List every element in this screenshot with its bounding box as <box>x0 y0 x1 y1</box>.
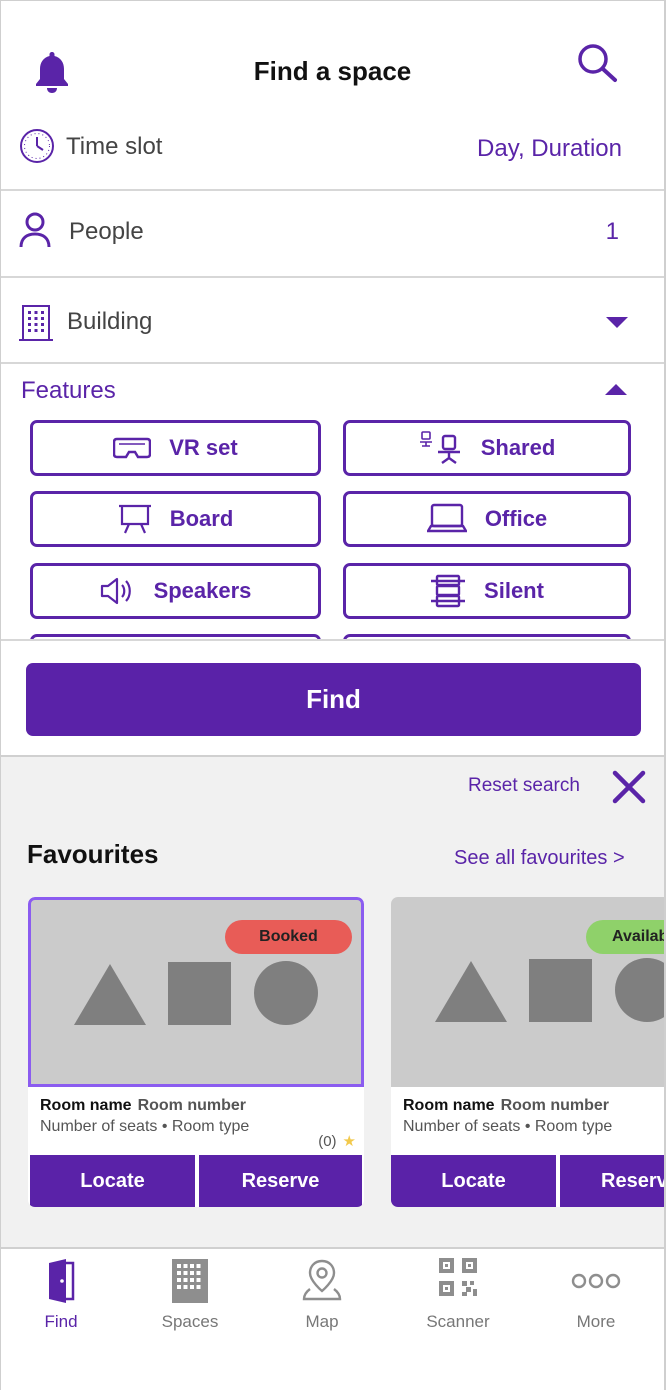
tab-find[interactable]: Find <box>6 1249 116 1349</box>
features-list: VR set Shared Board Office Speakers Sile… <box>1 411 664 639</box>
status-badge-label: Booked <box>259 928 318 945</box>
silent-icon <box>431 574 466 608</box>
room-title: Room name Room number <box>403 1097 609 1115</box>
favourite-card[interactable]: Available Room name Room number Number of… <box>391 897 664 1207</box>
room-meta: Number of seats • Room type <box>40 1118 250 1135</box>
favourites-title: Favourites <box>27 839 159 869</box>
vr-headset-icon <box>113 437 152 459</box>
qr-code-icon <box>439 1258 477 1296</box>
room-meta: Number of seats • Room type <box>403 1118 613 1135</box>
tab-label: Find <box>44 1312 78 1331</box>
feature-label: Office <box>484 506 548 531</box>
clock-icon <box>20 129 54 163</box>
star-icon: ★ <box>342 1133 356 1150</box>
tab-label: Scanner <box>426 1312 490 1331</box>
search-icon[interactable] <box>573 41 623 85</box>
feature-label: Board <box>169 506 234 531</box>
chevron-down-icon[interactable] <box>605 316 629 330</box>
door-icon <box>49 1259 75 1303</box>
building-label: Building <box>67 308 153 335</box>
feature-chip-vr-set[interactable]: VR set <box>30 420 321 476</box>
board-icon <box>118 504 151 534</box>
shared-desk-icon <box>419 431 460 464</box>
tab-label: Spaces <box>161 1312 219 1331</box>
feature-chip-board[interactable]: Board <box>30 491 321 547</box>
building-icon <box>19 305 53 341</box>
reserve-button[interactable]: Reserve <box>199 1155 362 1207</box>
find-button[interactable]: Find <box>26 663 641 736</box>
tab-spaces[interactable]: Spaces <box>135 1249 245 1349</box>
time-slot-row[interactable]: Time slot Day, Duration <box>1 119 664 191</box>
chevron-up-icon[interactable] <box>605 384 627 395</box>
status-badge-label: Available <box>612 928 664 945</box>
locate-button[interactable]: Locate <box>30 1155 195 1207</box>
feature-label: Speakers <box>153 578 252 603</box>
rating-count: (0) <box>318 1133 337 1150</box>
tab-label: More <box>576 1312 616 1331</box>
divider <box>1 639 664 641</box>
bottom-tab-bar: Find Spaces Map Scanner More <box>1 1247 664 1390</box>
locate-button[interactable]: Locate <box>391 1155 556 1207</box>
favourite-card[interactable]: Booked Room name Room number Number of se… <box>28 897 364 1207</box>
feature-chip-silent[interactable]: Silent <box>343 563 631 619</box>
people-label: People <box>69 218 144 245</box>
see-all-favourites-link[interactable]: See all favourites > <box>454 847 625 870</box>
tab-more[interactable]: More <box>541 1249 651 1349</box>
tab-scanner[interactable]: Scanner <box>403 1249 513 1349</box>
laptop-icon <box>426 503 467 533</box>
close-icon[interactable] <box>611 769 647 805</box>
room-number: Room number <box>500 1097 610 1114</box>
room-name: Room name <box>40 1097 132 1114</box>
feature-chip-office[interactable]: Office <box>343 491 631 547</box>
rating: (0) ★ <box>318 1132 356 1150</box>
room-name: Room name <box>403 1097 495 1114</box>
tab-map[interactable]: Map <box>267 1249 377 1349</box>
time-slot-label: Time slot <box>66 133 163 160</box>
speaker-icon <box>100 577 131 605</box>
person-icon <box>19 212 51 248</box>
people-row[interactable]: People 1 <box>1 191 664 278</box>
app-frame: Find a space Time slot Day, Duration Peo… <box>0 0 666 1390</box>
features-title: Features <box>21 377 116 404</box>
page-title: Find a space <box>253 56 412 86</box>
feature-label: Shared <box>480 435 556 460</box>
status-badge: Booked <box>225 920 352 954</box>
feature-chip-speakers[interactable]: Speakers <box>30 563 321 619</box>
room-title: Room name Room number <box>40 1097 246 1115</box>
people-count[interactable]: 1 <box>606 218 619 246</box>
header: Find a space <box>1 1 664 121</box>
time-slot-value[interactable]: Day, Duration <box>477 135 622 163</box>
tab-label: Map <box>305 1312 339 1331</box>
building-icon <box>172 1259 208 1303</box>
reset-search-link[interactable]: Reset search <box>468 775 580 797</box>
reserve-button[interactable]: Reserve <box>560 1155 664 1207</box>
building-row[interactable]: Building <box>1 278 664 364</box>
status-badge: Available <box>586 920 664 954</box>
feature-label: Silent <box>484 578 544 603</box>
map-pin-icon <box>302 1259 342 1301</box>
more-icon <box>571 1273 621 1289</box>
feature-label: VR set <box>169 435 238 460</box>
feature-chip-shared[interactable]: Shared <box>343 420 631 476</box>
room-number: Room number <box>137 1097 247 1114</box>
